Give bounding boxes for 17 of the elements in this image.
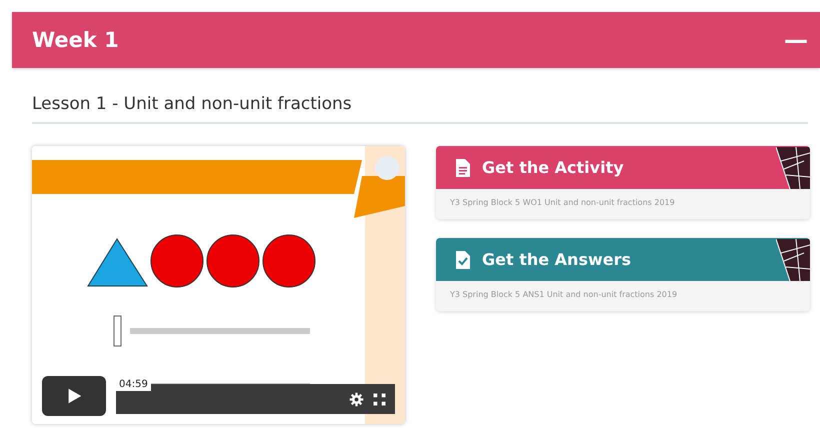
resource-title: Get the Answers — [482, 250, 632, 269]
document-icon — [456, 158, 470, 176]
resource-link[interactable]: Get the Answers — [436, 238, 810, 281]
document-check-icon — [456, 250, 470, 268]
video-player[interactable]: 04:59 — [32, 146, 405, 424]
settings-icon[interactable] — [349, 392, 364, 406]
file-name: Y3 Spring Block 5 ANS1 Unit and non-unit fractions 2019 — [449, 289, 678, 301]
section-header[interactable]: Week 1 — — [12, 12, 820, 68]
play-button[interactable] — [42, 376, 106, 416]
resource-title: Get the Activity — [482, 158, 624, 177]
collapse-toggle[interactable]: — — [784, 26, 808, 54]
resource-link[interactable]: Get the Activity — [436, 146, 810, 189]
file-name: Y3 Spring Block 5 WO1 Unit and non-unit fractions 2019 — [449, 197, 676, 209]
lesson-title: Lesson 1 - Unit and non-unit fractions — [32, 94, 353, 114]
video-time: 04:59 — [116, 378, 151, 391]
fullscreen-icon[interactable] — [372, 392, 387, 406]
section-title: Week 1 — [32, 28, 119, 52]
